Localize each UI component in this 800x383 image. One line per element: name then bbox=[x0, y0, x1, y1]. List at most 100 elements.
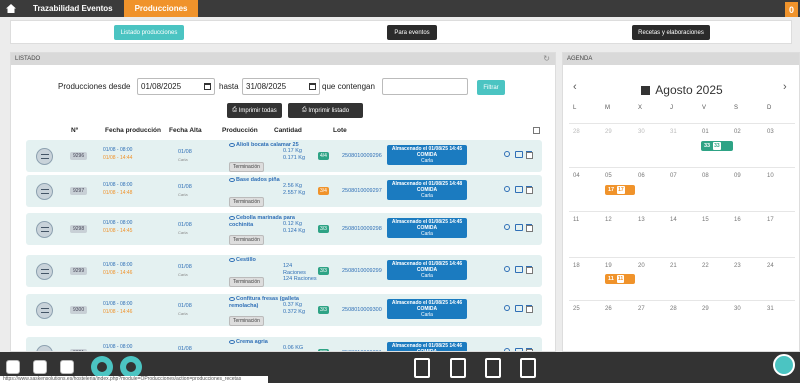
search-icon[interactable] bbox=[504, 151, 510, 157]
contacts-icon[interactable] bbox=[414, 358, 430, 378]
row-number[interactable]: 9296 bbox=[70, 152, 88, 160]
lote[interactable]: 2508010009297 bbox=[342, 188, 382, 194]
lote[interactable]: 2508010009298 bbox=[342, 226, 382, 232]
menu-icon[interactable] bbox=[36, 345, 53, 351]
calendar-day[interactable]: 31 bbox=[670, 129, 677, 135]
menu-icon[interactable] bbox=[36, 263, 53, 280]
calendar-day[interactable]: 20 bbox=[638, 263, 645, 269]
print-icon[interactable] bbox=[515, 266, 523, 273]
calendar-day[interactable]: 09 bbox=[734, 173, 741, 179]
almacenado-badge[interactable]: Almacenado el 01/08/25 14:46 COMIDA bbox=[387, 342, 467, 351]
calendar-day[interactable]: 29 bbox=[702, 306, 709, 312]
print-icon[interactable] bbox=[515, 224, 523, 231]
user-circle-icon[interactable] bbox=[120, 356, 142, 378]
calendar-event[interactable]: 33 33 bbox=[701, 141, 733, 151]
refresh-icon[interactable]: ↻ bbox=[543, 53, 550, 65]
calendar-day[interactable]: 10 bbox=[767, 173, 774, 179]
calendar-day[interactable]: 24 bbox=[767, 263, 774, 269]
calendar-day[interactable]: 16 bbox=[734, 217, 741, 223]
calendar-day[interactable]: 14 bbox=[670, 217, 677, 223]
imprimir-listado-button[interactable]: ⎙ Imprimir listado bbox=[288, 103, 363, 118]
menu-icon[interactable] bbox=[36, 302, 53, 319]
print-icon[interactable] bbox=[515, 151, 523, 158]
calendar-day[interactable]: 26 bbox=[605, 306, 612, 312]
table-row[interactable]: 9300 01/08 - 08:00 01/08 - 14:46 01/08 Carla… bbox=[26, 294, 542, 326]
calendar-event[interactable]: 17 17 bbox=[605, 185, 635, 195]
search-icon[interactable] bbox=[504, 224, 510, 230]
calendar-day[interactable]: 25 bbox=[573, 306, 580, 312]
calendar-day[interactable]: 19 bbox=[605, 263, 612, 269]
notifications-icon[interactable] bbox=[33, 360, 47, 374]
fecha-desde-input[interactable]: 01/08/2025 bbox=[137, 78, 215, 95]
calendar-day[interactable]: 11 bbox=[573, 217, 579, 223]
calendar-day[interactable]: 15 bbox=[702, 217, 709, 223]
row-checkbox[interactable] bbox=[526, 152, 533, 159]
calendar-day[interactable]: 18 bbox=[573, 263, 580, 269]
print-icon[interactable] bbox=[515, 186, 523, 193]
camera-icon[interactable] bbox=[6, 360, 20, 374]
calendar-day[interactable]: 30 bbox=[734, 306, 741, 312]
calendar-day[interactable]: 31 bbox=[767, 306, 774, 312]
user-circle-icon[interactable] bbox=[91, 356, 113, 378]
almacenado-badge[interactable]: Almacenado el 01/08/25 14:48 COMIDA Carla bbox=[387, 180, 467, 200]
calendar-day[interactable]: 08 bbox=[702, 173, 709, 179]
chat-icon[interactable] bbox=[773, 354, 795, 376]
calendar-day[interactable]: 17 bbox=[767, 217, 774, 223]
almacenado-badge[interactable]: Almacenado el 01/08/25 14:45 COMIDA Carla bbox=[387, 218, 467, 238]
row-number[interactable]: 9297 bbox=[70, 187, 88, 195]
calendar-icon[interactable] bbox=[204, 83, 211, 90]
search-icon[interactable] bbox=[504, 266, 510, 272]
table-row[interactable]: 9299 01/08 - 08:00 01/08 - 14:46 01/08 Carla… bbox=[26, 255, 542, 287]
row-checkbox[interactable] bbox=[526, 267, 533, 274]
search-icon[interactable] bbox=[504, 186, 510, 192]
table-row[interactable]: 930101/08 - 08:0001/08 - 14:4601/08Carla… bbox=[26, 337, 542, 351]
tab-producciones[interactable]: Producciones bbox=[123, 0, 199, 17]
recetas-elaboraciones-button[interactable]: Recetas y elaboraciones bbox=[632, 25, 710, 40]
calendar-day[interactable]: 06 bbox=[638, 173, 645, 179]
calendar-day[interactable]: 04 bbox=[573, 173, 580, 179]
table-row[interactable]: 9298 01/08 - 08:00 01/08 - 14:45 01/08 Carla… bbox=[26, 213, 542, 245]
eye-icon[interactable] bbox=[229, 339, 235, 344]
chart-icon[interactable] bbox=[520, 358, 536, 378]
calendar-day[interactable]: 28 bbox=[670, 306, 677, 312]
lote[interactable]: 2508010009300 bbox=[342, 307, 382, 313]
eye-icon[interactable] bbox=[229, 257, 235, 262]
calendar-day[interactable]: 01 bbox=[702, 129, 709, 135]
row-number[interactable]: 9299 bbox=[70, 267, 88, 275]
search-input[interactable] bbox=[382, 78, 468, 95]
calendar-day[interactable]: 28 bbox=[573, 129, 580, 135]
calendar-day[interactable]: 07 bbox=[670, 173, 677, 179]
eye-icon[interactable] bbox=[229, 215, 235, 220]
calendar-day[interactable]: 12 bbox=[605, 217, 612, 223]
almacenado-badge[interactable]: Almacenado el 01/08/25 14:46 COMIDA Carla bbox=[387, 260, 467, 280]
almacenado-badge[interactable]: Almacenado el 01/08/25 14:45 COMIDA Carla bbox=[387, 145, 467, 165]
tab-trazabilidad-eventos[interactable]: Trazabilidad Eventos bbox=[22, 0, 124, 17]
home-icon[interactable] bbox=[0, 0, 22, 17]
row-number[interactable]: 9300 bbox=[70, 306, 88, 314]
calendar-event[interactable]: 11 11 bbox=[605, 274, 635, 284]
select-all-checkbox[interactable] bbox=[533, 127, 540, 134]
row-number[interactable]: 9298 bbox=[70, 225, 88, 233]
table-row[interactable]: 9296 01/08 - 08:00 01/08 - 14:44 01/08 Carla… bbox=[26, 140, 542, 172]
row-checkbox[interactable] bbox=[526, 306, 533, 313]
calendar-day[interactable]: 13 bbox=[638, 217, 645, 223]
calendar-day[interactable]: 23 bbox=[734, 263, 741, 269]
lote[interactable]: 2508010009296 bbox=[342, 153, 382, 159]
handshake-icon[interactable] bbox=[450, 358, 466, 378]
euro-icon[interactable] bbox=[485, 358, 501, 378]
eye-icon[interactable] bbox=[229, 296, 235, 301]
eye-icon[interactable] bbox=[229, 177, 235, 182]
search-icon[interactable] bbox=[504, 305, 510, 311]
lote[interactable]: 2508010009299 bbox=[342, 268, 382, 274]
calendar-day[interactable]: 29 bbox=[605, 129, 612, 135]
calendar-day[interactable]: 27 bbox=[638, 306, 645, 312]
notification-badge[interactable]: 0 bbox=[785, 2, 798, 17]
calendar-day[interactable]: 03 bbox=[767, 129, 774, 135]
imprimir-todas-button[interactable]: ⎙ Imprimir todas bbox=[227, 103, 282, 118]
video-icon[interactable] bbox=[60, 360, 74, 374]
calendar-day[interactable]: 22 bbox=[702, 263, 709, 269]
fecha-hasta-input[interactable]: 31/08/2025 bbox=[242, 78, 320, 95]
menu-icon[interactable] bbox=[36, 148, 53, 165]
print-icon[interactable] bbox=[515, 305, 523, 312]
calendar-day[interactable]: 21 bbox=[670, 263, 677, 269]
